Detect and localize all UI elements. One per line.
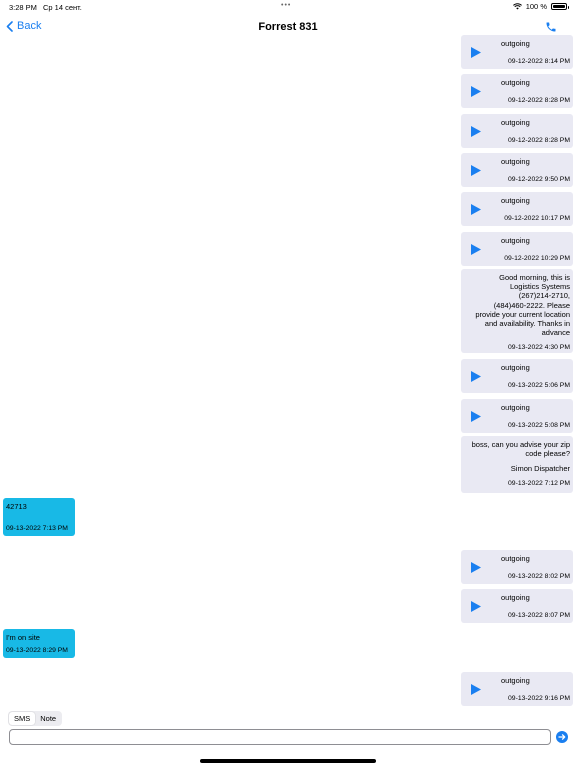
multitasking-dots-icon[interactable]: •••	[281, 2, 291, 9]
home-indicator	[200, 759, 376, 763]
voice-label: outgoing	[501, 78, 530, 87]
send-arrow-icon[interactable]	[556, 731, 568, 743]
message-line: Good morning, this is	[499, 273, 570, 282]
message-time: 09-13-2022 8:29 PM	[6, 647, 68, 654]
text-message-incoming: 42713 09-13-2022 7:13 PM	[3, 498, 75, 536]
status-bar: 3:28 PM Ср 14 сент. ••• 100 %	[0, 0, 576, 14]
message-time: 09-13-2022 5:08 PM	[508, 422, 570, 429]
play-icon[interactable]	[471, 371, 481, 382]
status-time: 3:28 PM	[9, 3, 37, 12]
play-icon[interactable]	[471, 47, 481, 58]
play-icon[interactable]	[471, 204, 481, 215]
voice-message: outgoing 09-12-2022 10:17 PM	[461, 192, 573, 226]
voice-label: outgoing	[501, 118, 530, 127]
voice-message: outgoing 09-12-2022 8:28 PM	[461, 114, 573, 148]
mode-sms-tab[interactable]: SMS	[9, 712, 36, 725]
message-line: provide your current location	[475, 309, 570, 319]
message-time: 09-12-2022 10:29 PM	[504, 255, 570, 262]
voice-label: outgoing	[501, 39, 530, 48]
play-icon[interactable]	[471, 126, 481, 137]
message-time: 09-12-2022 10:17 PM	[504, 215, 570, 222]
voice-message: outgoing 09-13-2022 8:07 PM	[461, 589, 573, 623]
message-line: boss, can you advise your zip	[471, 440, 570, 449]
message-time: 09-13-2022 7:13 PM	[6, 525, 68, 532]
message-line: advance	[541, 328, 570, 338]
message-time: 09-13-2022 8:02 PM	[508, 573, 570, 580]
mode-segmented-control[interactable]: SMS Note	[8, 711, 63, 726]
message-time: 09-12-2022 9:50 PM	[508, 176, 570, 183]
voice-label: outgoing	[501, 236, 530, 245]
voice-label: outgoing	[501, 157, 530, 166]
voice-label: outgoing	[501, 593, 530, 602]
page-title: Forrest 831	[258, 21, 318, 33]
voice-message: outgoing 09-13-2022 9:16 PM	[461, 672, 573, 706]
message-text: 42713	[6, 502, 27, 511]
message-time: 09-12-2022 8:28 PM	[508, 137, 570, 144]
voice-message: outgoing 09-12-2022 8:28 PM	[461, 74, 573, 108]
text-message-incoming: I'm on site 09-13-2022 8:29 PM	[3, 629, 75, 658]
mode-note-tab[interactable]: Note	[35, 712, 61, 725]
voice-message: outgoing 09-13-2022 8:02 PM	[461, 550, 573, 584]
message-signature: Simon Dispatcher	[510, 464, 570, 474]
voice-label: outgoing	[501, 676, 530, 685]
message-line: (484)460-2222. Please	[493, 300, 570, 310]
message-list[interactable]: outgoing 09-12-2022 8:14 PM outgoing 09-…	[0, 35, 576, 708]
message-time: 09-13-2022 9:16 PM	[508, 695, 570, 702]
message-line: Logistics Systems	[509, 282, 570, 292]
message-text: I'm on site	[6, 633, 40, 642]
play-icon[interactable]	[471, 684, 481, 695]
message-time: 09-12-2022 8:14 PM	[508, 58, 570, 65]
message-time: 09-13-2022 8:07 PM	[508, 612, 570, 619]
play-icon[interactable]	[471, 165, 481, 176]
voice-message: outgoing 09-12-2022 10:29 PM	[461, 232, 573, 266]
play-icon[interactable]	[471, 86, 481, 97]
message-line: code please?	[525, 449, 570, 459]
voice-message: outgoing 09-13-2022 5:08 PM	[461, 399, 573, 433]
message-line: (267)214-2710,	[518, 291, 570, 301]
wifi-icon	[512, 3, 522, 10]
message-line: and availability. Thanks in	[484, 319, 570, 329]
play-icon[interactable]	[471, 601, 481, 612]
message-time: 09-13-2022 7:12 PM	[508, 479, 570, 487]
text-message-outgoing: boss, can you advise your zip code pleas…	[461, 436, 573, 493]
message-time: 09-13-2022 5:06 PM	[508, 382, 570, 389]
voice-message: outgoing 09-12-2022 8:14 PM	[461, 35, 573, 69]
voice-label: outgoing	[501, 196, 530, 205]
battery-percent: 100 %	[525, 2, 547, 11]
phone-icon[interactable]	[545, 21, 557, 33]
text-message-outgoing: Good morning, this is Logistics Systems …	[461, 269, 573, 353]
voice-label: outgoing	[501, 363, 530, 372]
voice-message: outgoing 09-13-2022 5:06 PM	[461, 359, 573, 393]
voice-label: outgoing	[501, 403, 530, 412]
status-right: 100 %	[512, 2, 569, 11]
message-input[interactable]	[9, 729, 551, 745]
message-time: 09-13-2022 4:30 PM	[508, 344, 570, 352]
play-icon[interactable]	[471, 244, 481, 255]
play-icon[interactable]	[471, 562, 481, 573]
battery-icon	[551, 3, 569, 10]
status-date: Ср 14 сент.	[43, 3, 82, 12]
message-time: 09-12-2022 8:28 PM	[508, 97, 570, 104]
voice-message: outgoing 09-12-2022 9:50 PM	[461, 153, 573, 187]
voice-label: outgoing	[501, 554, 530, 563]
play-icon[interactable]	[471, 411, 481, 422]
